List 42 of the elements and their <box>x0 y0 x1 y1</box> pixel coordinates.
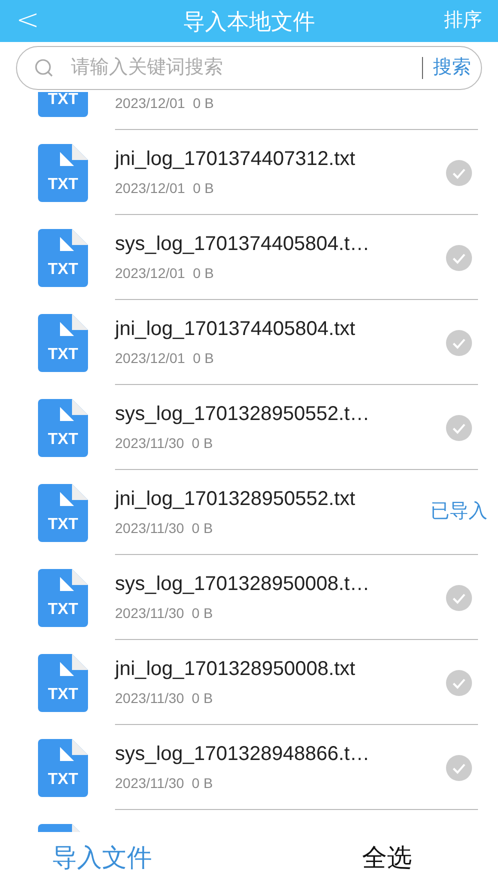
file-date-size: 2023/11/30 0 B <box>115 604 214 622</box>
txt-file-icon: TXT <box>38 144 88 202</box>
txt-file-icon: TXT <box>38 398 88 456</box>
txt-file-icon: TXT <box>38 568 88 626</box>
txt-file-icon: TXT <box>38 92 88 116</box>
txt-file-icon: TXT <box>38 654 88 712</box>
check-circle-icon[interactable] <box>446 584 472 610</box>
file-date-size: 2023/11/30 0 B <box>115 518 214 538</box>
sort-button[interactable]: 排序 <box>444 6 482 36</box>
search-icon <box>34 58 54 78</box>
file-name: sys_log_1701328948866.t… <box>115 742 371 766</box>
imported-label: 已导入 <box>430 500 488 524</box>
file-date-size: 2023/12/01 0 B <box>115 348 215 368</box>
file-name: jni_log_1701374407312.txt <box>115 146 356 172</box>
file-date-size: 2023/12/01 0 B <box>115 264 215 282</box>
txt-file-icon: TXT <box>38 738 88 796</box>
check-circle-icon[interactable] <box>446 160 472 186</box>
search-button[interactable]: 搜索 <box>433 54 471 82</box>
import-files-button[interactable]: 导入文件 <box>52 840 152 878</box>
file-name: jni_log_1701328950008.txt <box>115 656 356 682</box>
check-circle-icon[interactable] <box>446 330 472 356</box>
check-circle-icon[interactable] <box>446 670 472 696</box>
back-button[interactable]: < <box>16 2 40 36</box>
file-name: sys_log_1701328950552.t… <box>115 402 371 426</box>
check-circle-icon[interactable] <box>446 414 472 440</box>
txt-file-icon: TXT <box>38 228 88 286</box>
search-field[interactable]: 请输入关键词搜索 搜索 <box>16 46 482 90</box>
check-circle-icon[interactable] <box>446 754 472 780</box>
file-name: sys_log_1701328950008.t… <box>115 572 371 596</box>
page-title: 导入本地文件 <box>183 8 315 36</box>
txt-file-icon: TXT <box>38 314 88 372</box>
check-circle-icon[interactable] <box>446 244 472 270</box>
file-date-size: 2023/11/30 0 B <box>115 774 214 792</box>
file-date-size: 2023/11/30 0 B <box>115 688 214 708</box>
txt-file-icon: TXT <box>38 484 88 542</box>
file-name: sys_log_1701374405804.t… <box>115 232 371 256</box>
file-date-size: 2023/11/30 0 B <box>115 434 214 452</box>
file-name: jni_log_1701328950552.txt <box>115 486 356 512</box>
select-all-button[interactable]: 全选 <box>362 840 412 878</box>
file-name: jni_log_1701374405804.txt <box>115 316 356 342</box>
file-date-size: 2023/12/01 0 B <box>115 178 215 198</box>
file-date-size: 2023/12/01 0 B <box>115 94 215 112</box>
